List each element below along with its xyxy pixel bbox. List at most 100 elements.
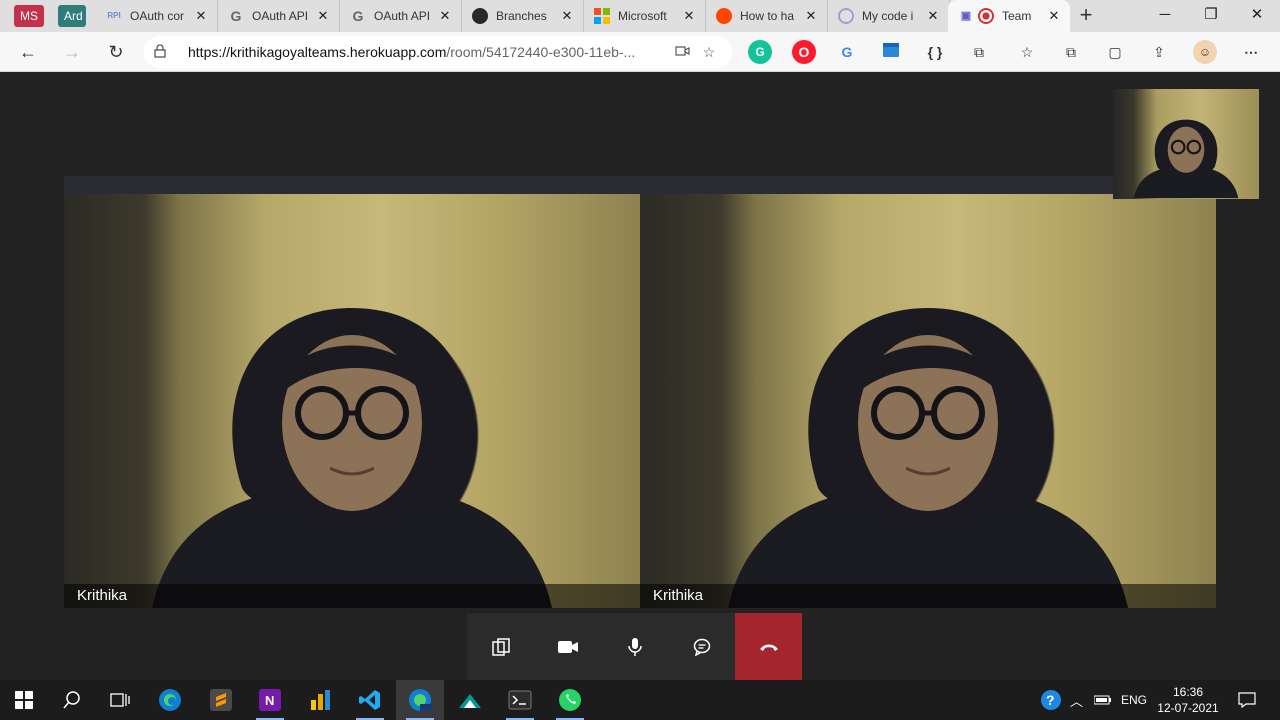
tab-microsoft[interactable]: Microsoft ✕ <box>584 0 706 32</box>
workspace-label: MS <box>20 9 38 23</box>
video-background <box>64 176 640 194</box>
task-view-icon[interactable] <box>96 680 144 720</box>
battery-icon[interactable] <box>1094 680 1112 720</box>
favorites-icon[interactable]: ☆ <box>1015 40 1039 64</box>
clock-time: 16:36 <box>1172 685 1204 699</box>
minimize-button[interactable]: ─ <box>1142 0 1188 32</box>
tab-oauth-3[interactable]: G OAuth API ✕ <box>340 0 462 32</box>
edge-beta-icon[interactable] <box>396 680 444 720</box>
microsoft-icon <box>594 8 610 24</box>
person-silhouette-icon <box>152 308 552 608</box>
close-icon[interactable]: ✕ <box>681 8 697 24</box>
opera-icon[interactable]: O <box>792 40 816 64</box>
camera-in-use-icon[interactable] <box>670 44 696 60</box>
close-icon[interactable]: ✕ <box>193 8 209 24</box>
close-icon[interactable]: ✕ <box>1046 8 1062 24</box>
collections-icon[interactable]: ⧉ <box>1059 40 1083 64</box>
onenote-icon[interactable]: N <box>246 680 294 720</box>
svg-text:N: N <box>265 693 274 708</box>
add-favorite-icon[interactable]: ☆ <box>696 44 722 61</box>
more-icon[interactable]: ⋯ <box>1239 40 1263 64</box>
svg-text:?: ? <box>1046 692 1055 708</box>
sublime-icon[interactable] <box>197 680 245 720</box>
participant-video: Krithika <box>64 176 640 608</box>
loading-icon <box>838 8 854 24</box>
translate-icon[interactable]: G <box>835 40 859 64</box>
person-silhouette-icon <box>728 308 1128 608</box>
json-icon[interactable]: { } <box>923 40 947 64</box>
help-icon[interactable]: ? <box>1040 680 1062 720</box>
participant-video: Krithika <box>640 176 1216 608</box>
tab-how-to[interactable]: How to ha ✕ <box>706 0 828 32</box>
lock-icon[interactable] <box>154 43 174 61</box>
tab-label: Team <box>1002 9 1032 23</box>
language-indicator[interactable]: ENG <box>1121 680 1147 720</box>
tab-label: My code i <box>862 9 914 23</box>
vscode-icon[interactable] <box>346 680 394 720</box>
reddit-icon <box>716 8 732 24</box>
participant-name-label: Krithika <box>64 584 640 608</box>
edge-icon[interactable] <box>146 680 194 720</box>
close-icon[interactable]: ✕ <box>437 8 453 24</box>
record-icon <box>978 8 994 24</box>
tab-label: OAuth API <box>374 9 431 23</box>
tab-team-active[interactable]: ▣ Team ✕ <box>948 0 1070 32</box>
chat-icon <box>693 638 710 656</box>
chat-button[interactable] <box>668 613 735 680</box>
close-window-button[interactable]: ✕ <box>1234 0 1280 32</box>
person-silhouette-icon <box>1133 119 1239 199</box>
share-screen-button[interactable] <box>467 613 534 680</box>
tab-branches[interactable]: Branches ✕ <box>462 0 584 32</box>
system-clock[interactable]: 16:36 12-07-2021 <box>1150 684 1226 716</box>
teams-icon: ▣ <box>960 10 972 22</box>
video-camera-icon <box>557 640 578 653</box>
notifications-icon[interactable] <box>1238 680 1256 720</box>
url-text[interactable]: https://krithikagoyalteams.herokuapp.com… <box>188 44 670 60</box>
browser-toolbar: ← → ↻ https://krithikagoyalteams.herokua… <box>0 32 1280 72</box>
webcapture-icon[interactable]: ▢ <box>1103 40 1127 64</box>
workspace-ard-button[interactable]: Ard <box>58 5 86 27</box>
power-bi-icon[interactable] <box>296 680 344 720</box>
restore-button[interactable]: ❐ <box>1188 0 1234 32</box>
hang-up-button[interactable] <box>735 613 802 680</box>
tab-my-code[interactable]: My code i ✕ <box>828 0 950 32</box>
address-bar[interactable]: https://krithikagoyalteams.herokuapp.com… <box>144 36 732 68</box>
new-tab-button[interactable]: + <box>1074 4 1098 28</box>
forward-icon[interactable]: → <box>58 38 86 66</box>
workspace-label: Ard <box>64 9 83 23</box>
share-icon[interactable]: ⇪ <box>1147 40 1171 64</box>
participant-name-label: Krithika <box>640 584 1216 608</box>
tab-oauth-1[interactable]: RPI OAuth cor ✕ <box>96 0 218 32</box>
close-icon[interactable]: ✕ <box>559 8 575 24</box>
workspace-ms-button[interactable]: MS <box>14 5 44 27</box>
puzzle-icon[interactable]: ⧉ <box>967 40 991 64</box>
screenshot-icon[interactable] <box>879 40 903 64</box>
close-icon[interactable]: ✕ <box>315 8 331 24</box>
microphone-button[interactable] <box>601 613 668 680</box>
tab-label: OAuth API <box>252 9 309 23</box>
profile-avatar-icon[interactable]: ☺ <box>1193 40 1217 64</box>
google-icon: G <box>352 8 364 24</box>
arduino-icon[interactable] <box>446 680 494 720</box>
close-icon[interactable]: ✕ <box>925 8 941 24</box>
chevron-up-icon[interactable]: ︿ <box>1070 680 1083 720</box>
call-page: Krithika Krithika <box>0 72 1280 680</box>
rpi-icon: RPI <box>107 11 121 20</box>
camera-button[interactable] <box>534 613 601 680</box>
phone-hangup-icon <box>759 644 778 651</box>
google-icon: G <box>230 8 242 24</box>
grammarly-icon[interactable]: G <box>748 40 772 64</box>
close-icon[interactable]: ✕ <box>803 8 819 24</box>
tab-oauth-2[interactable]: G OAuth API ✕ <box>218 0 340 32</box>
start-icon[interactable] <box>0 680 48 720</box>
url-host: https://krithikagoyalteams.herokuapp.com <box>188 44 447 60</box>
microphone-icon <box>627 637 642 656</box>
windows-taskbar: N ? ︿ ENG 16:36 12-07-2021 <box>0 680 1280 720</box>
whatsapp-icon[interactable] <box>546 680 594 720</box>
refresh-icon[interactable]: ↻ <box>102 38 130 66</box>
github-icon <box>472 8 488 24</box>
back-icon[interactable]: ← <box>14 38 42 66</box>
search-icon[interactable] <box>48 680 96 720</box>
terminal-icon[interactable] <box>496 680 544 720</box>
tab-label: Branches <box>496 9 547 23</box>
